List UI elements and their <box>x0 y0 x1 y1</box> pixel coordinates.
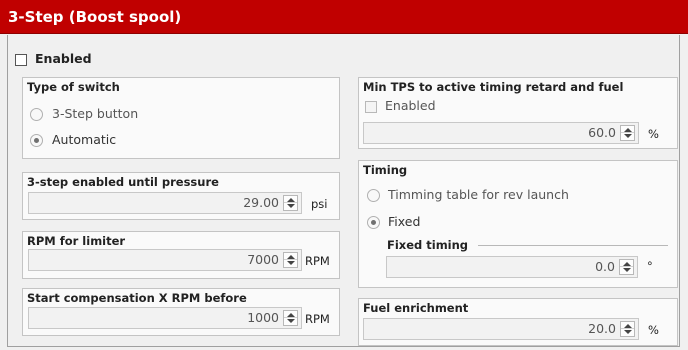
rpm-limiter-value: 7000 <box>247 252 279 267</box>
enabled-checkbox[interactable] <box>15 54 27 66</box>
enabled-label: Enabled <box>35 51 92 66</box>
rpm-limiter-unit: RPM <box>305 254 330 268</box>
min-tps-spinner[interactable] <box>620 125 635 141</box>
rpm-limiter-title: RPM for limiter <box>27 234 126 248</box>
fuel-enrichment-input[interactable]: 20.0 <box>363 318 639 340</box>
fixed-timing-spinner[interactable] <box>619 259 634 275</box>
radio-selected-dot <box>34 138 39 143</box>
fixed-timing-input[interactable]: 0.0 <box>386 256 638 278</box>
radio-automatic[interactable] <box>30 134 43 147</box>
pressure-spinner[interactable] <box>283 195 298 211</box>
rpm-limiter-spinner[interactable] <box>283 252 298 268</box>
radio-timming-table-label: Timming table for rev launch <box>388 187 569 202</box>
radio-timming-table[interactable] <box>367 189 380 202</box>
start-compensation-spinner[interactable] <box>283 310 298 326</box>
pressure-input[interactable]: 29.00 <box>28 192 302 214</box>
min-tps-unit: % <box>648 127 659 141</box>
pressure-title: 3-step enabled until pressure <box>27 175 219 189</box>
start-compensation-input[interactable]: 1000 <box>28 307 302 329</box>
radio-fixed[interactable] <box>367 216 380 229</box>
min-tps-enabled-label: Enabled <box>385 98 436 113</box>
fixed-timing-title: Fixed timing <box>387 238 469 252</box>
spin-down-icon <box>287 261 295 265</box>
fuel-enrichment-title: Fuel enrichment <box>363 301 469 315</box>
fixed-timing-value: 0.0 <box>595 259 615 274</box>
spin-down-icon <box>623 268 631 272</box>
fixed-timing-divider <box>478 245 668 246</box>
fixed-timing-unit: ° <box>647 259 653 273</box>
rpm-limiter-input[interactable]: 7000 <box>28 249 302 271</box>
min-tps-input[interactable]: 60.0 <box>363 122 639 144</box>
timing-title: Timing <box>363 163 408 177</box>
radio-3-step-button-label: 3-Step button <box>52 106 139 121</box>
start-compensation-title: Start compensation X RPM before <box>27 291 247 305</box>
start-compensation-value: 1000 <box>247 310 279 325</box>
radio-selected-dot <box>371 220 376 225</box>
min-tps-enabled-checkbox[interactable] <box>365 101 377 113</box>
spin-down-icon <box>287 204 295 208</box>
min-tps-value: 60.0 <box>588 125 616 140</box>
type-of-switch-title: Type of switch <box>27 80 120 94</box>
radio-3-step-button[interactable] <box>30 108 43 121</box>
radio-fixed-label: Fixed <box>388 214 421 229</box>
min-tps-title: Min TPS to active timing retard and fuel <box>363 80 624 94</box>
fuel-enrichment-unit: % <box>648 323 659 337</box>
spin-down-icon <box>624 330 632 334</box>
pressure-value: 29.00 <box>243 195 279 210</box>
spin-down-icon <box>624 134 632 138</box>
pressure-unit: psi <box>311 197 328 211</box>
fuel-enrichment-value: 20.0 <box>588 321 616 336</box>
fuel-enrichment-spinner[interactable] <box>620 321 635 337</box>
radio-automatic-label: Automatic <box>52 132 117 147</box>
window-title: 3-Step (Boost spool) <box>0 0 688 34</box>
spin-down-icon <box>287 319 295 323</box>
start-compensation-unit: RPM <box>305 312 330 326</box>
